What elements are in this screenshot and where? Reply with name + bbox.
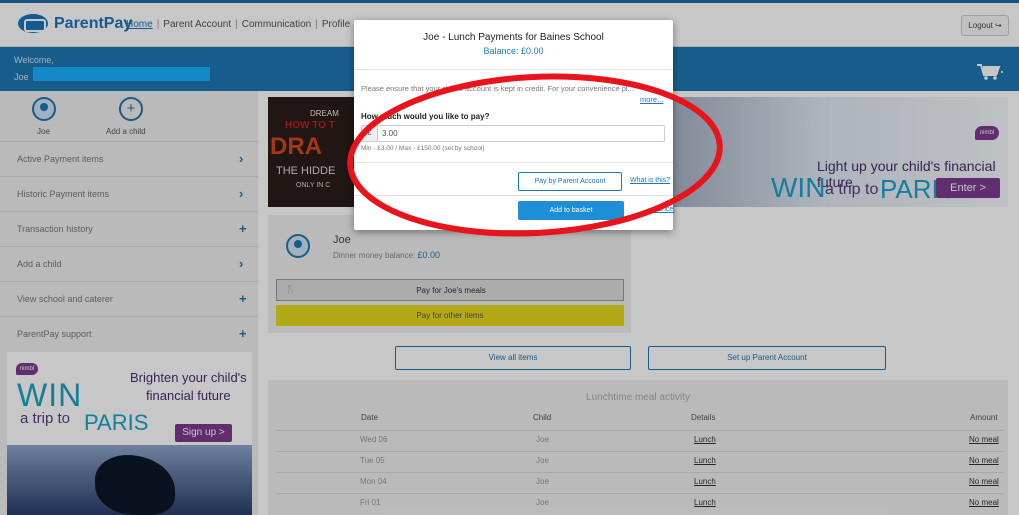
modal-balance-label: Balance: [483, 46, 519, 56]
min-max-hint: Min - £3.00 / Max - £150.00 (set by scho… [361, 145, 485, 152]
modal-divider [354, 69, 673, 70]
modal-info-text: Please ensure that your child's account … [361, 84, 634, 93]
payment-question: How much would you like to pay? [361, 112, 490, 121]
modal-divider [354, 162, 673, 163]
what-is-this-link[interactable]: What is this? [630, 177, 670, 184]
pay-by-parent-account-button[interactable]: Pay by Parent Account [518, 172, 622, 191]
modal-title: Joe - Lunch Payments for Baines School [423, 32, 604, 43]
cancel-link[interactable]: Cancel [653, 206, 675, 213]
modal-balance-value: £0.00 [521, 46, 544, 56]
modal-divider [354, 195, 673, 196]
modal-balance: Balance: £0.00 [354, 46, 673, 56]
add-to-basket-button[interactable]: Add to basket [518, 201, 624, 220]
amount-input-group: £ [361, 125, 665, 142]
more-link[interactable]: more... [640, 95, 663, 104]
currency-symbol: £ [362, 126, 378, 141]
amount-input[interactable] [382, 127, 652, 140]
